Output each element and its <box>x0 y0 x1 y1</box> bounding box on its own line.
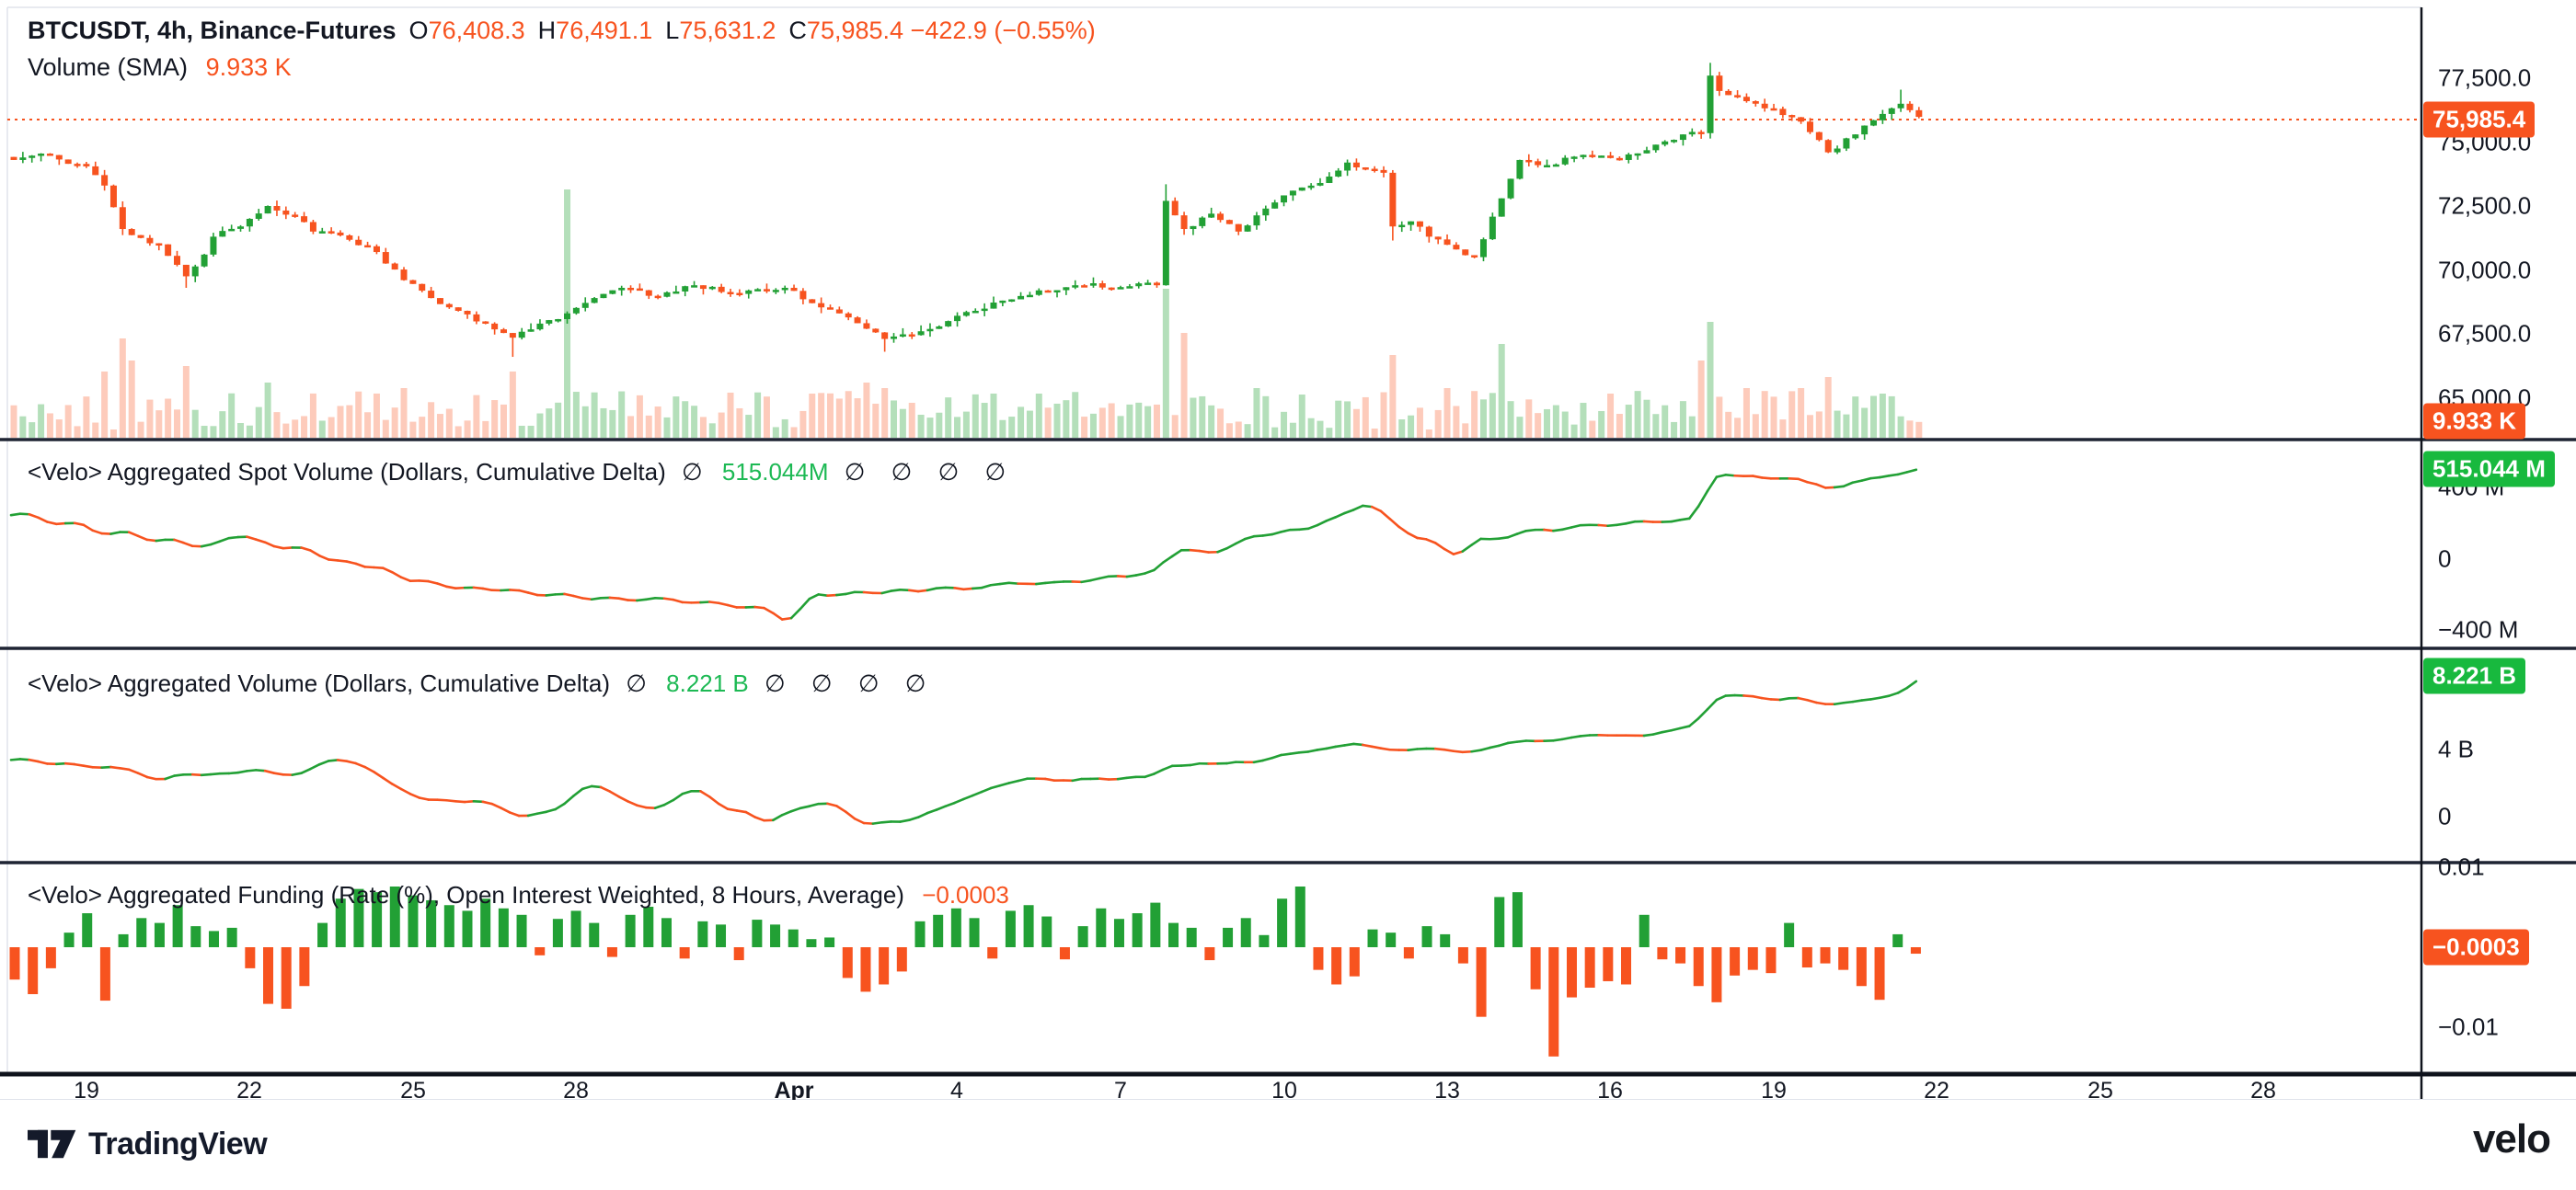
ohlc-value: 76,408.3 <box>429 17 525 44</box>
futures-cvd-value: 8.221 B <box>666 669 749 697</box>
spot-cvd-title[interactable]: <Velo> Aggregated Spot Volume (Dollars, … <box>28 458 666 486</box>
ohlc-key: O <box>409 17 429 44</box>
ohlc-key: H <box>538 17 557 44</box>
symbol-title[interactable]: BTCUSDT, 4h, Binance-Futures <box>28 17 397 44</box>
volume-sma-badge: 9.933 K <box>2423 404 2525 440</box>
price-tick-label: 67,500.0 <box>2438 320 2531 349</box>
price-tick-label: −0.01 <box>2438 1013 2499 1042</box>
phi-icon: ∅ <box>626 670 656 698</box>
price-tick-label: 72,500.0 <box>2438 192 2531 221</box>
volume-indicator-value: 9.933 K <box>206 53 292 81</box>
tradingview-logo-text: TradingView <box>88 1127 267 1162</box>
price-tick-label: −400 M <box>2438 616 2518 645</box>
trading-chart-window: BTCUSDT, 4h, Binance-Futures O76,408.3 H76… <box>0 0 2576 1190</box>
volume-indicator-label[interactable]: Volume (SMA) <box>28 53 188 81</box>
spot-cvd-legend[interactable]: <Velo> Aggregated Spot Volume (Dollars, … <box>28 458 1015 486</box>
funding-title[interactable]: <Velo> Aggregated Funding (Rate (%), Ope… <box>28 881 904 909</box>
last-price-badge: 75,985.4 <box>2423 102 2535 138</box>
spot-cvd-value: 515.044M <box>722 458 829 486</box>
price-tick-label: 77,500.0 <box>2438 64 2531 93</box>
price-tick-label: 70,000.0 <box>2438 257 2531 285</box>
symbol-legend: BTCUSDT, 4h, Binance-Futures O76,408.3 H76… <box>28 15 1096 83</box>
spot-cvd-badge: 515.044 M <box>2423 452 2555 487</box>
price-tick-label: 0 <box>2438 545 2451 574</box>
price-tick-label: 0.01 <box>2438 853 2485 882</box>
funding-legend[interactable]: <Velo> Aggregated Funding (Rate (%), Ope… <box>28 881 1009 910</box>
phi-icons: ∅ ∅ ∅ ∅ <box>845 459 1015 486</box>
price-change: −422.9 (−0.55%) <box>911 17 1096 44</box>
funding-value: −0.0003 <box>922 881 1009 909</box>
funding-badge: −0.0003 <box>2423 930 2529 966</box>
footer-bar: TradingView velo <box>0 1100 2576 1190</box>
chart-plot-area[interactable] <box>0 0 2576 1190</box>
price-tick-label: 0 <box>2438 803 2451 831</box>
ohlc-key: L <box>665 17 679 44</box>
futures-cvd-legend[interactable]: <Velo> Aggregated Volume (Dollars, Cumul… <box>28 669 935 698</box>
ohlc-value: 75,631.2 <box>679 17 776 44</box>
ohlc-values: O76,408.3 H76,491.1 L75,631.2 C75,985.4 <box>397 17 903 44</box>
ohlc-value: 76,491.1 <box>556 17 652 44</box>
price-tick-label: 4 B <box>2438 736 2474 764</box>
phi-icon: ∅ <box>682 459 712 486</box>
futures-cvd-badge: 8.221 B <box>2423 658 2525 694</box>
tradingview-logo[interactable]: TradingView <box>28 1124 267 1164</box>
velo-logo: velo <box>2473 1116 2550 1162</box>
ohlc-key: C <box>788 17 807 44</box>
velo-logo-text: velo <box>2473 1116 2550 1161</box>
tradingview-logo-icon <box>28 1124 77 1164</box>
futures-cvd-title[interactable]: <Velo> Aggregated Volume (Dollars, Cumul… <box>28 669 610 697</box>
ohlc-value: 75,985.4 <box>807 17 903 44</box>
phi-icons: ∅ ∅ ∅ ∅ <box>765 670 935 698</box>
